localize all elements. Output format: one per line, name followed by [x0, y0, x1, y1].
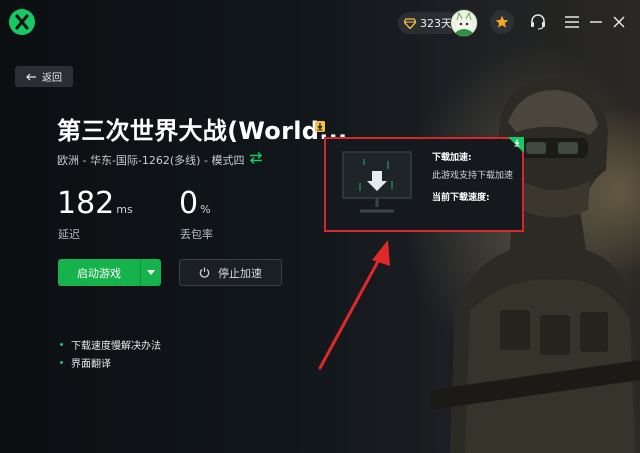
caret-down-icon — [147, 270, 155, 275]
popup-current-speed-label: 当前下载速度: — [432, 193, 490, 203]
latency-number: 182 — [57, 186, 115, 221]
game-title: 第三次世界大战(World... — [57, 117, 348, 145]
favorite-button[interactable] — [490, 10, 514, 34]
packet-loss-number: 0 — [179, 186, 199, 221]
power-icon — [199, 267, 210, 278]
download-badge-icon — [514, 139, 520, 147]
logo-icon — [15, 14, 29, 30]
popup-description: 此游戏支持下载加速 — [432, 171, 514, 181]
link-slow-download-help-label: 下载速度慢解决办法 — [71, 341, 161, 352]
back-button-label: 返回 — [42, 73, 62, 84]
minimize-button[interactable] — [587, 13, 605, 31]
download-acceleration-popup: 下载加速: 此游戏支持下载加速 当前下载速度: — [324, 137, 524, 232]
popup-title: 下载加速: — [432, 153, 472, 163]
annotation-arrow — [318, 240, 390, 370]
latency-value: 182 ms — [57, 186, 133, 221]
close-icon — [613, 16, 625, 28]
top-bar: 323天 — [0, 0, 640, 46]
user-avatar[interactable] — [450, 9, 478, 37]
latency-label: 延迟 — [58, 228, 80, 241]
arrow-left-icon — [26, 73, 36, 80]
membership-days-text: 323天 — [420, 17, 452, 30]
star-icon — [495, 15, 509, 28]
close-button[interactable] — [610, 13, 628, 31]
app-logo[interactable] — [9, 9, 35, 35]
packet-loss-label: 丢包率 — [180, 228, 213, 241]
launch-options-dropdown[interactable] — [141, 270, 161, 275]
download-icon[interactable] — [315, 121, 325, 132]
launch-game-button[interactable]: 启动游戏 — [58, 259, 161, 286]
stop-acceleration-button[interactable]: 停止加速 — [179, 259, 282, 286]
diamond-icon — [404, 17, 416, 29]
headset-icon — [531, 14, 545, 30]
hamburger-menu-icon — [565, 16, 579, 28]
packet-loss-value: 0% — [179, 186, 211, 221]
launch-game-label: 启动游戏 — [77, 266, 121, 280]
link-slow-download-help[interactable]: 下载速度慢解决办法 — [60, 337, 161, 352]
bullet-dot — [60, 361, 63, 364]
monitor-download-icon — [342, 151, 412, 213]
link-interface-translation-label: 界面翻译 — [71, 359, 111, 370]
packet-loss-unit: % — [200, 203, 211, 216]
soldier-artwork — [430, 78, 640, 453]
avatar-icon — [456, 11, 472, 36]
server-info: 欧洲 - 华东-国际-1262(多线) - 模式四 — [57, 154, 245, 167]
stop-acceleration-label: 停止加速 — [218, 266, 262, 280]
switch-server-icon[interactable] — [249, 151, 263, 165]
bullet-dot — [60, 343, 63, 346]
minimize-icon — [590, 21, 602, 23]
back-button[interactable]: 返回 — [15, 66, 73, 87]
customer-service-button[interactable] — [529, 13, 547, 31]
link-interface-translation[interactable]: 界面翻译 — [60, 355, 111, 370]
latency-unit: ms — [116, 203, 133, 216]
menu-button[interactable] — [563, 13, 581, 31]
